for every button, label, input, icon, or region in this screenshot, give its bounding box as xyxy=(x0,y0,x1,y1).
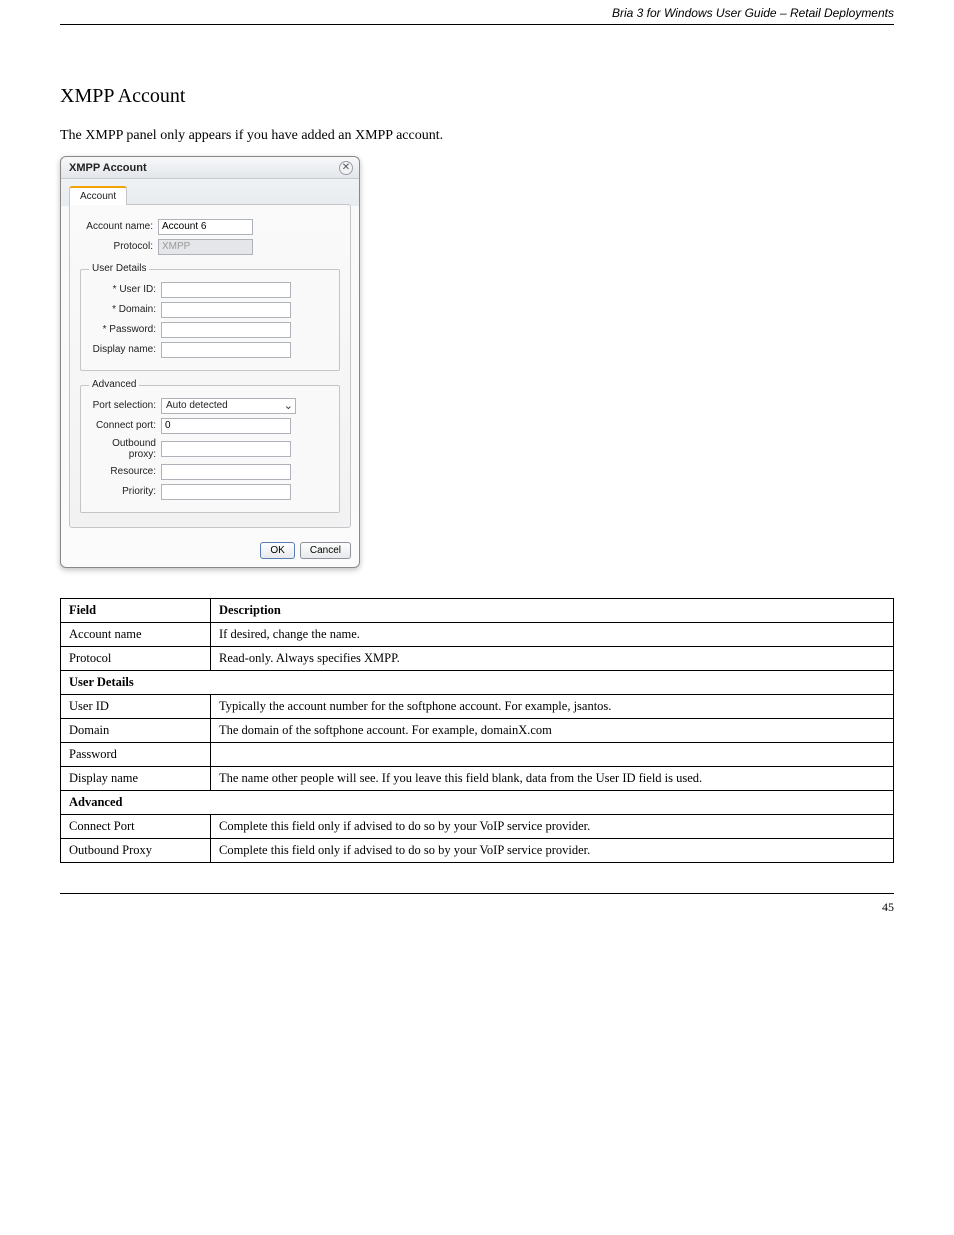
priority-label: Priority: xyxy=(83,486,161,497)
table-row: Connect Port Complete this field only if… xyxy=(61,814,894,838)
tab-strip: Account xyxy=(61,179,359,204)
xmpp-account-dialog: XMPP Account ✕ Account Account name: Pro… xyxy=(60,156,360,568)
port-selection-label: Port selection: xyxy=(83,400,161,411)
domain-label: * Domain: xyxy=(83,304,161,315)
connect-port-input[interactable] xyxy=(161,418,291,434)
account-name-label: Account name: xyxy=(80,221,158,232)
user-id-input[interactable] xyxy=(161,282,291,298)
cell-field: Protocol xyxy=(61,646,211,670)
cell-desc: If desired, change the name. xyxy=(211,622,894,646)
user-id-label: * User ID: xyxy=(83,284,161,295)
password-label: * Password: xyxy=(83,324,161,335)
page-number: 45 xyxy=(882,900,894,915)
port-selection-select[interactable]: Auto detected ⌄ xyxy=(161,398,296,414)
outbound-proxy-label: Outbound proxy: xyxy=(83,438,161,460)
dialog-panel: Account name: Protocol: User Details * U… xyxy=(69,204,351,528)
dialog-footer: OK Cancel xyxy=(61,536,359,567)
port-selection-value: Auto detected xyxy=(166,400,228,411)
table-section-user-details: User Details xyxy=(61,670,894,694)
field-description-table: Field Description Account name If desire… xyxy=(60,598,894,863)
advanced-legend: Advanced xyxy=(89,379,139,390)
display-name-label: Display name: xyxy=(83,344,161,355)
resource-input[interactable] xyxy=(161,464,291,480)
cell-field: User ID xyxy=(61,694,211,718)
table-row: Account name If desired, change the name… xyxy=(61,622,894,646)
cell-desc xyxy=(211,742,894,766)
table-row: User ID Typically the account number for… xyxy=(61,694,894,718)
cell-desc: Complete this field only if advised to d… xyxy=(211,814,894,838)
chevron-down-icon: ⌄ xyxy=(284,401,293,411)
domain-input[interactable] xyxy=(161,302,291,318)
th-description: Description xyxy=(211,598,894,622)
cell-desc: Complete this field only if advised to d… xyxy=(211,838,894,862)
connect-port-label: Connect port: xyxy=(83,420,161,431)
protocol-input xyxy=(158,239,253,255)
table-section-advanced: Advanced xyxy=(61,790,894,814)
tab-account[interactable]: Account xyxy=(69,186,127,205)
section-title: XMPP Account xyxy=(60,85,894,108)
ok-button[interactable]: OK xyxy=(260,542,294,559)
th-field: Field xyxy=(61,598,211,622)
resource-label: Resource: xyxy=(83,466,161,477)
cell-desc: Read-only. Always specifies XMPP. xyxy=(211,646,894,670)
advanced-fieldset: Advanced Port selection: Auto detected ⌄… xyxy=(80,385,340,513)
cell-desc: The domain of the softphone account. For… xyxy=(211,718,894,742)
dialog-titlebar: XMPP Account ✕ xyxy=(61,157,359,179)
cell-field: Connect Port xyxy=(61,814,211,838)
section-cell: User Details xyxy=(61,670,894,694)
table-row: Password xyxy=(61,742,894,766)
cell-field: Outbound Proxy xyxy=(61,838,211,862)
table-row: Outbound Proxy Complete this field only … xyxy=(61,838,894,862)
cell-field: Password xyxy=(61,742,211,766)
cancel-button[interactable]: Cancel xyxy=(300,542,351,559)
page-body: XMPP Account The XMPP panel only appears… xyxy=(0,25,954,893)
user-details-fieldset: User Details * User ID: * Domain: * Pass… xyxy=(80,269,340,371)
dialog-title: XMPP Account xyxy=(69,162,147,174)
account-name-input[interactable] xyxy=(158,219,253,235)
cell-desc: The name other people will see. If you l… xyxy=(211,766,894,790)
cell-field: Display name xyxy=(61,766,211,790)
close-icon[interactable]: ✕ xyxy=(339,161,353,175)
table-row: Display name The name other people will … xyxy=(61,766,894,790)
dialog-screenshot: XMPP Account ✕ Account Account name: Pro… xyxy=(60,156,894,568)
page-footer: 45 xyxy=(0,894,954,935)
intro-text: The XMPP panel only appears if you have … xyxy=(60,126,894,146)
table-row: Domain The domain of the softphone accou… xyxy=(61,718,894,742)
cell-field: Account name xyxy=(61,622,211,646)
cell-desc: Typically the account number for the sof… xyxy=(211,694,894,718)
user-details-legend: User Details xyxy=(89,263,149,274)
protocol-label: Protocol: xyxy=(80,241,158,252)
table-row: Protocol Read-only. Always specifies XMP… xyxy=(61,646,894,670)
display-name-input[interactable] xyxy=(161,342,291,358)
section-cell: Advanced xyxy=(61,790,894,814)
priority-input[interactable] xyxy=(161,484,291,500)
password-input[interactable] xyxy=(161,322,291,338)
page-header-right: Bria 3 for Windows User Guide – Retail D… xyxy=(0,0,954,24)
outbound-proxy-input[interactable] xyxy=(161,441,291,457)
cell-field: Domain xyxy=(61,718,211,742)
